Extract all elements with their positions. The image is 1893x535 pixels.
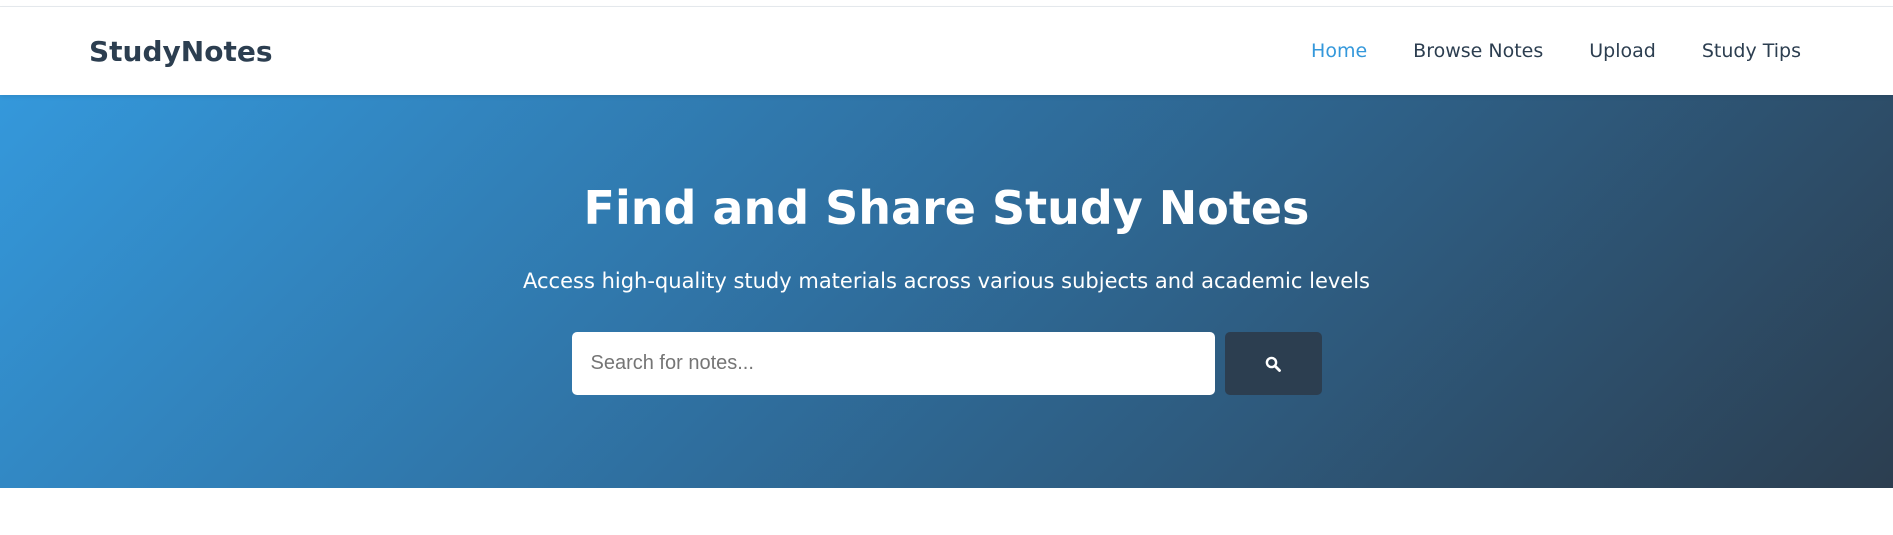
nav-link-study-tips[interactable]: Study Tips <box>1702 40 1801 62</box>
search-icon <box>1264 355 1282 373</box>
nav-link-upload[interactable]: Upload <box>1589 40 1656 62</box>
search-input[interactable] <box>571 332 1215 395</box>
hero-subtitle: Access high-quality study materials acro… <box>523 269 1370 293</box>
hero-section: Find and Share Study Notes Access high-q… <box>0 95 1893 488</box>
nav-link-home[interactable]: Home <box>1311 40 1367 62</box>
nav-link-browse-notes[interactable]: Browse Notes <box>1413 40 1543 62</box>
navbar: StudyNotes Home Browse Notes Upload Stud… <box>0 7 1893 95</box>
hero-title: Find and Share Study Notes <box>583 181 1310 235</box>
search-button[interactable] <box>1224 332 1322 395</box>
brand-logo[interactable]: StudyNotes <box>89 35 273 68</box>
search-bar <box>571 332 1322 395</box>
top-border <box>0 0 1893 7</box>
main-nav: Home Browse Notes Upload Study Tips <box>1265 40 1801 62</box>
